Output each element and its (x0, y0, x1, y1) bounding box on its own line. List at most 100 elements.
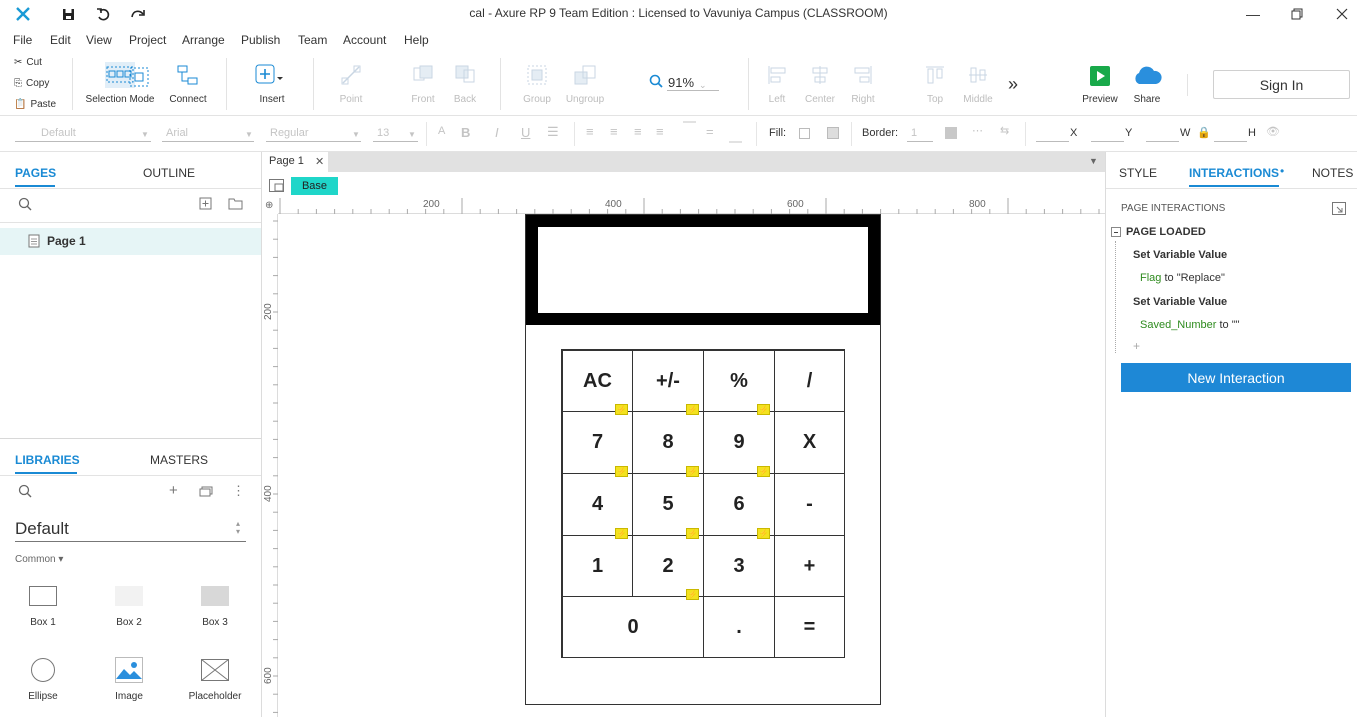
tab-libraries[interactable]: LIBRARIES (15, 453, 80, 467)
preview-button[interactable]: Preview (1080, 52, 1120, 116)
tab-style[interactable]: STYLE (1119, 166, 1157, 180)
key-multiply[interactable]: X (774, 411, 845, 474)
ellipse-widget-icon[interactable] (31, 658, 55, 682)
x-field[interactable] (1036, 141, 1069, 142)
share-button[interactable]: Share (1128, 52, 1166, 116)
interaction-lightning-icon[interactable]: ⚡ (686, 404, 699, 415)
key-decimal[interactable]: . (703, 596, 775, 658)
key-minus[interactable]: - (774, 473, 845, 536)
action-set-variable-2[interactable]: Set Variable Value (1133, 296, 1227, 308)
border-color-swatch[interactable] (945, 127, 957, 139)
ruler-origin-icon[interactable]: ⊕ (265, 200, 273, 211)
key-0[interactable]: 0 (562, 596, 704, 658)
underline-icon[interactable]: U (521, 125, 530, 140)
interaction-lightning-icon[interactable]: ⚡ (757, 466, 770, 477)
menu-edit[interactable]: Edit (50, 33, 71, 47)
interaction-lightning-icon[interactable]: ⚡ (615, 466, 628, 477)
key-ac[interactable]: AC (562, 350, 633, 412)
font-dropdown[interactable]: Arial (166, 127, 188, 139)
add-folder-icon[interactable] (228, 197, 243, 213)
expand-panel-icon[interactable] (1332, 202, 1346, 218)
align-left-button[interactable]: Left (760, 52, 794, 116)
style-dropdown[interactable]: Default (41, 127, 76, 139)
paste-button[interactable]: 📋 Paste (14, 99, 56, 110)
ungroup-button[interactable]: Ungroup (562, 52, 608, 116)
sign-in-button[interactable]: Sign In (1213, 70, 1350, 99)
cut-button[interactable]: ✂ Cut (14, 57, 42, 68)
fill-color-swatch[interactable] (799, 128, 810, 139)
menu-publish[interactable]: Publish (241, 33, 280, 47)
menu-team[interactable]: Team (298, 33, 327, 47)
insert-button[interactable]: Insert (250, 52, 294, 116)
menu-account[interactable]: Account (343, 33, 386, 47)
zoom-control[interactable]: 91% ⌄ (649, 74, 707, 91)
align-text-justify-icon[interactable]: ≡ (656, 124, 664, 139)
key-divide[interactable]: / (774, 350, 845, 412)
placeholder-widget-icon[interactable] (201, 659, 229, 684)
tab-notes[interactable]: NOTES (1312, 166, 1353, 180)
align-middle-button[interactable]: Middle (958, 52, 998, 116)
menu-arrange[interactable]: Arrange (182, 33, 225, 47)
base-view-tag[interactable]: Base (291, 177, 338, 195)
valign-middle-icon[interactable]: = (706, 124, 714, 139)
border-style-icon[interactable]: ⋯ (972, 124, 983, 137)
key-4[interactable]: 4 (562, 473, 633, 536)
minimize-icon[interactable]: — (1231, 0, 1275, 28)
interaction-lightning-icon[interactable]: ⚡ (757, 404, 770, 415)
menu-project[interactable]: Project (129, 33, 166, 47)
key-equals[interactable]: = (774, 596, 845, 658)
tab-outline[interactable]: OUTLINE (143, 166, 195, 180)
align-top-button[interactable]: Top (918, 52, 952, 116)
front-button[interactable]: Front (404, 52, 442, 116)
y-field[interactable] (1091, 141, 1124, 142)
tab-list-chevron-icon[interactable]: ▼ (1089, 156, 1098, 166)
align-center-button[interactable]: Center (800, 52, 840, 116)
search-icon[interactable] (18, 197, 32, 214)
more-tools-chevron-icon[interactable]: » (1008, 74, 1018, 95)
tab-masters[interactable]: MASTERS (150, 453, 208, 467)
library-search-icon[interactable] (18, 484, 32, 501)
copy-button[interactable]: ⎘ Copy (14, 78, 49, 89)
h-field[interactable] (1214, 141, 1247, 142)
menu-help[interactable]: Help (404, 33, 429, 47)
pane-splitter[interactable] (0, 438, 261, 439)
font-color-icon[interactable]: A (438, 125, 445, 137)
align-right-button[interactable]: Right (845, 52, 881, 116)
calculator-widget[interactable]: AC +/- % / 7 8 9 X 4 5 6 - 1 2 3 + 0 . =… (525, 214, 881, 705)
key-plus-minus[interactable]: +/- (632, 350, 704, 412)
key-7[interactable]: 7 (562, 411, 633, 474)
key-percent[interactable]: % (703, 350, 775, 412)
menu-file[interactable]: File (13, 33, 32, 47)
image-widget-icon[interactable] (115, 657, 143, 686)
interaction-lightning-icon[interactable]: ⚡ (686, 528, 699, 539)
action-set-variable-1[interactable]: Set Variable Value (1133, 249, 1227, 261)
action-detail-2[interactable]: Saved_Number to "" (1140, 319, 1240, 331)
align-text-center-icon[interactable]: ≡ (610, 124, 618, 139)
interaction-lightning-icon[interactable]: ⚡ (686, 589, 699, 600)
interaction-lightning-icon[interactable]: ⚡ (757, 528, 770, 539)
visibility-eye-icon[interactable]: 👁 (1266, 125, 1280, 138)
w-field[interactable] (1146, 141, 1179, 142)
key-8[interactable]: 8 (632, 411, 704, 474)
calculator-display[interactable] (538, 227, 868, 313)
action-detail-1[interactable]: Flag to "Replace" (1140, 272, 1225, 284)
align-text-right-icon[interactable]: ≡ (634, 124, 642, 139)
library-stack-icon[interactable] (199, 485, 213, 500)
crop-select-icon[interactable] (128, 66, 150, 91)
category-common[interactable]: Common ▾ (15, 554, 63, 565)
calculator-display-frame[interactable] (526, 215, 880, 325)
connect-button[interactable]: Connect (165, 52, 211, 116)
valign-top-icon[interactable]: ⎺ (683, 120, 696, 136)
adaptive-views-icon[interactable] (269, 179, 284, 195)
font-weight-dropdown[interactable]: Regular (270, 127, 309, 139)
valign-bottom-icon[interactable]: ⎽ (729, 128, 742, 144)
lock-icon[interactable]: 🔒 (1197, 126, 1211, 139)
key-plus[interactable]: + (774, 535, 845, 597)
key-1[interactable]: 1 (562, 535, 633, 597)
interaction-lightning-icon[interactable]: ⚡ (686, 466, 699, 477)
align-text-left-icon[interactable]: ≡ (586, 124, 594, 139)
key-2[interactable]: 2 (632, 535, 704, 597)
more-options-icon[interactable]: ⋮ (232, 483, 245, 499)
close-icon[interactable] (1320, 0, 1357, 28)
page-item-page-1[interactable]: Page 1 (0, 228, 261, 255)
